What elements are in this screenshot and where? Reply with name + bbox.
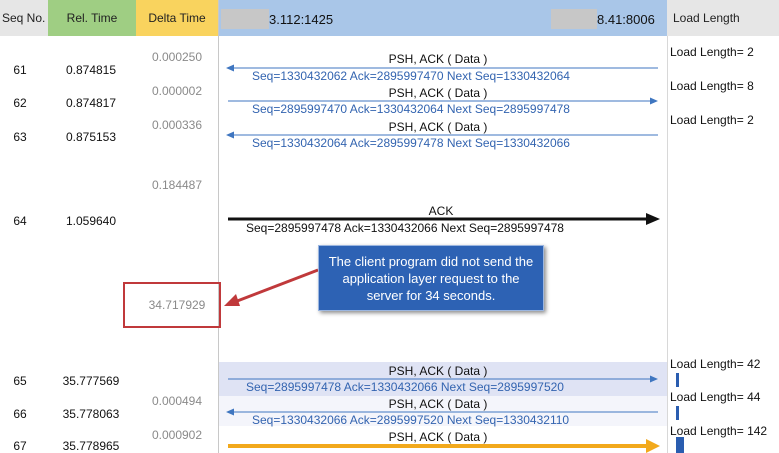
- packet-flags: PSH, ACK ( Data ): [388, 86, 488, 100]
- load-length-value: Load Length= 142: [670, 424, 768, 438]
- packet-flags: PSH, ACK ( Data ): [388, 364, 488, 378]
- packet-detail: Seq=2895997478 Ack=1330432066 Next Seq=2…: [246, 221, 564, 235]
- packet-flags: PSH, ACK ( Data ): [388, 430, 488, 444]
- highlight-box: [123, 282, 221, 328]
- packet-flags: PSH, ACK ( Data ): [388, 397, 488, 411]
- load-length-bar: [676, 373, 679, 387]
- red-pointer-arrow: [224, 268, 319, 306]
- load-length-value: Load Length= 8: [670, 79, 754, 93]
- packet-flags: PSH, ACK ( Data ): [388, 52, 488, 66]
- packet-detail: Seq=1330432066 Ack=2895997520 Next Seq=1…: [252, 413, 570, 427]
- packet-flags: PSH, ACK ( Data ): [388, 120, 488, 134]
- annotation-callout: The client program did not send the appl…: [318, 245, 544, 311]
- load-length-value: Load Length= 2: [670, 113, 754, 127]
- load-length-bar: [676, 437, 684, 453]
- packet-flags: ACK: [428, 204, 454, 218]
- load-length-value: Load Length= 44: [670, 390, 761, 404]
- packet-detail: Seq=1330432062 Ack=2895997470 Next Seq=1…: [252, 69, 570, 83]
- load-length-bar: [676, 406, 679, 420]
- packet-detail: Seq=1330432064 Ack=2895997478 Next Seq=1…: [252, 136, 570, 150]
- packet-detail: Seq=2895997470 Ack=1330432064 Next Seq=2…: [252, 102, 570, 116]
- load-length-value: Load Length= 2: [670, 45, 754, 59]
- load-length-value: Load Length= 42: [670, 357, 761, 371]
- packet-detail: Seq=2895997478 Ack=1330432066 Next Seq=2…: [246, 380, 564, 394]
